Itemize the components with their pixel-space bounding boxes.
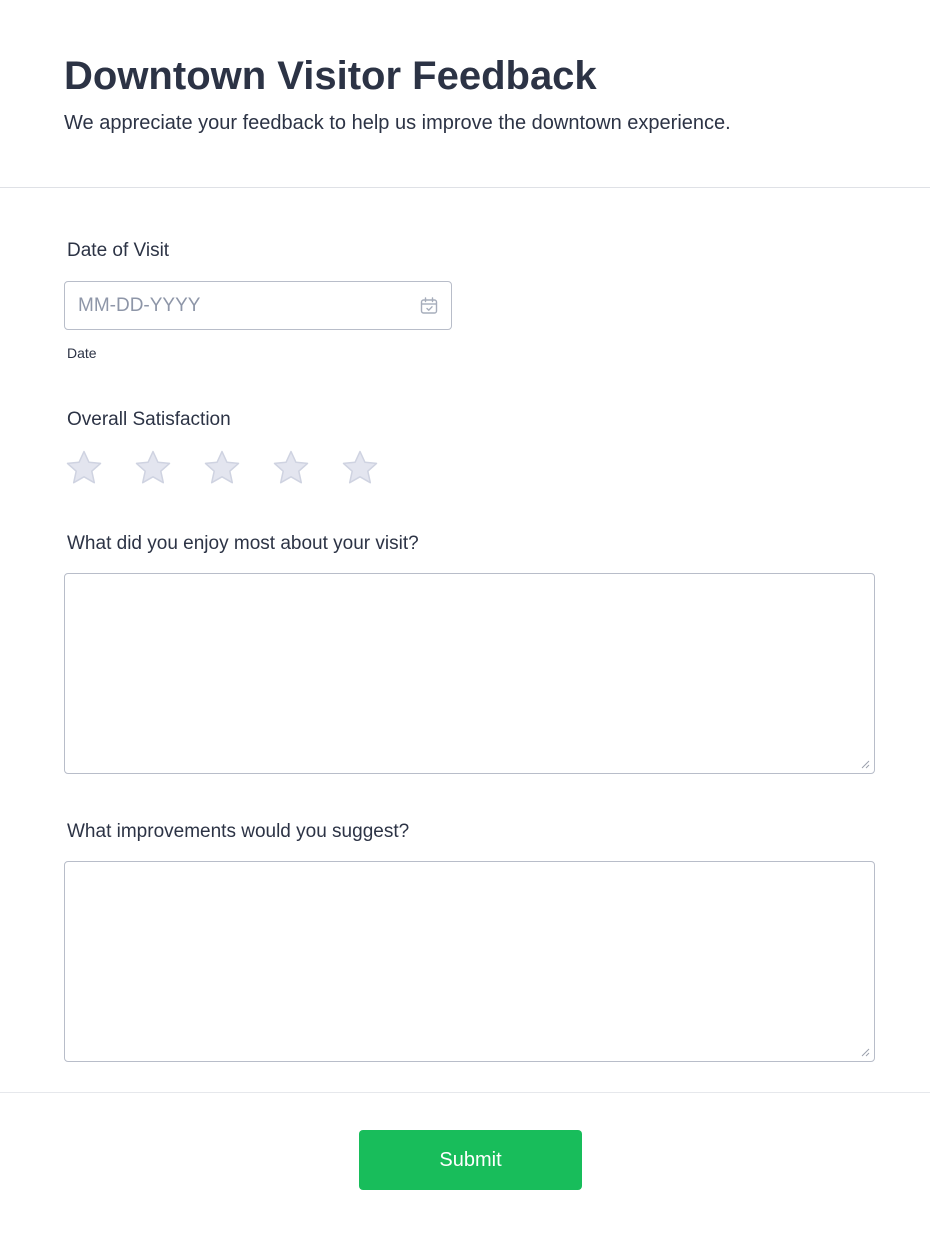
enjoy-textarea-box xyxy=(64,573,875,774)
page-subtitle: We appreciate your feedback to help us i… xyxy=(64,112,731,134)
resize-grip-icon[interactable] xyxy=(860,759,870,769)
date-of-visit-label: Date of Visit xyxy=(67,240,170,261)
star-rating xyxy=(64,448,409,488)
calendar-icon[interactable] xyxy=(419,296,439,316)
resize-grip-icon[interactable] xyxy=(860,1047,870,1057)
footer-divider xyxy=(0,1092,930,1093)
star-icon[interactable] xyxy=(202,448,242,488)
enjoy-textarea[interactable] xyxy=(65,574,874,773)
date-field xyxy=(64,281,452,330)
improvements-textarea-box xyxy=(64,861,875,1062)
enjoy-question-label: What did you enjoy most about your visit… xyxy=(67,533,419,554)
star-icon[interactable] xyxy=(271,448,311,488)
improvements-textarea[interactable] xyxy=(65,862,874,1061)
overall-satisfaction-label: Overall Satisfaction xyxy=(67,409,231,430)
date-input[interactable] xyxy=(65,282,405,329)
improvements-question-label: What improvements would you suggest? xyxy=(67,821,410,842)
form-header: Downtown Visitor Feedback We appreciate … xyxy=(0,0,930,188)
star-icon[interactable] xyxy=(133,448,173,488)
date-sublabel: Date xyxy=(67,345,97,361)
submit-button[interactable]: Submit xyxy=(359,1130,582,1190)
star-icon[interactable] xyxy=(340,448,380,488)
star-icon[interactable] xyxy=(64,448,104,488)
page-title: Downtown Visitor Feedback xyxy=(64,54,597,98)
